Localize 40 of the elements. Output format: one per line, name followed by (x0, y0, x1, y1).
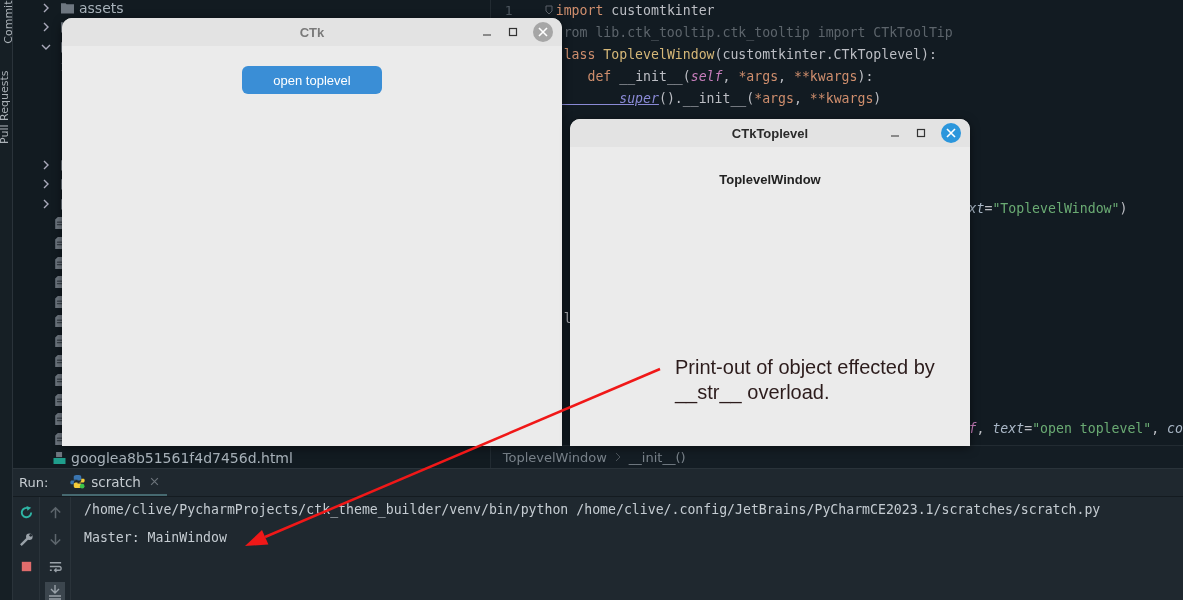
chevron-right-icon[interactable] (41, 22, 51, 33)
window-title: CTk (299, 24, 325, 40)
tree-item[interactable]: assets (79, 0, 124, 16)
breadcrumb[interactable]: ToplevelWindow (502, 449, 607, 465)
chevron-right-icon[interactable] (41, 198, 51, 209)
html-file-icon (53, 452, 66, 465)
maximize-icon[interactable] (507, 26, 519, 38)
code-line: l (562, 311, 572, 326)
fold-icon[interactable] (544, 5, 553, 15)
run-label: Run: (19, 475, 49, 491)
python-icon (70, 474, 86, 490)
code-line: lass ToplevelWindow(customtkinter.CTkToplevel): (562, 47, 937, 62)
code-line: import customtkinter (555, 3, 715, 18)
maximize-icon[interactable] (915, 127, 927, 139)
side-tab[interactable]: Pull Requests (0, 70, 11, 171)
rerun-icon[interactable] (18, 505, 34, 521)
side-tab[interactable]: Commit (1, 0, 12, 61)
window-title: CTkToplevel (731, 125, 809, 141)
annotation-text: Print-out of object effected by __str__ overload. (675, 355, 936, 405)
tree-item[interactable]: googlea8b51561f4d7456d.html (71, 450, 293, 467)
line-number: 1 (504, 2, 514, 20)
chevron-right-icon (614, 452, 621, 463)
breadcrumb[interactable]: __init__() (628, 449, 686, 465)
chevron-right-icon[interactable] (41, 2, 51, 13)
wrench-icon[interactable] (18, 532, 34, 548)
close-icon[interactable] (941, 123, 961, 143)
chevron-right-icon[interactable] (41, 179, 51, 190)
run-tab[interactable]: scratch (62, 469, 167, 497)
code-line: f, text="open toplevel", co (967, 421, 1183, 436)
code-line: rom lib.ctk_tooltip.ctk_tooltip import CTkToolTip (562, 25, 953, 40)
window-label: ToplevelWindow (719, 172, 821, 187)
folder-icon (61, 1, 74, 14)
chevron-down-icon[interactable] (41, 42, 51, 52)
soft-wrap-icon[interactable] (47, 559, 63, 575)
scroll-to-end-icon[interactable] (45, 582, 65, 600)
chevron-right-icon[interactable] (41, 159, 51, 170)
code-line: super().__init__(*args, **kwargs) (618, 91, 882, 106)
close-icon[interactable] (149, 477, 159, 487)
console-output: Master: MainWindow (84, 530, 228, 548)
code-line: def __init__(self, *args, **kwargs): (586, 69, 874, 84)
